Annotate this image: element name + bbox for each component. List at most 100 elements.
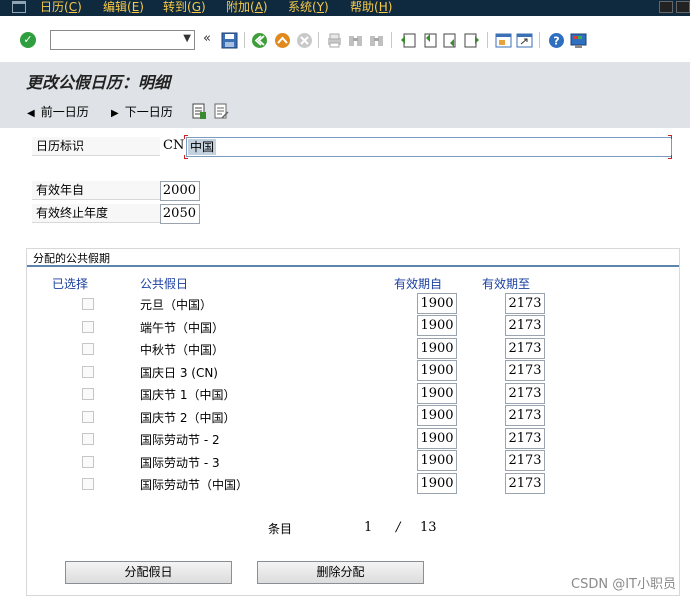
row-select-checkbox[interactable] bbox=[82, 388, 94, 400]
prev-calendar-button[interactable]: ◀ 前一日历 bbox=[27, 103, 89, 120]
holiday-valid-to[interactable]: 2173 bbox=[505, 383, 545, 404]
holiday-name: 元旦（中国） bbox=[140, 298, 213, 312]
find-next-icon[interactable] bbox=[368, 32, 385, 49]
menu-edit[interactable]: 编辑(E) bbox=[103, 0, 144, 14]
calendar-id-input[interactable]: 中国 bbox=[186, 137, 672, 157]
entry-label: 条目 bbox=[268, 522, 293, 536]
shortcut-icon[interactable] bbox=[516, 32, 533, 49]
column-header-holiday: 公共假日 bbox=[140, 277, 189, 291]
back-icon[interactable] bbox=[251, 32, 268, 49]
prev-calendar-label: 前一日历 bbox=[40, 105, 89, 119]
svg-text:?: ? bbox=[553, 35, 559, 48]
holiday-name: 国际劳动节 - 2 bbox=[140, 433, 220, 447]
entry-current: 1 bbox=[364, 520, 373, 535]
collapse-icon[interactable]: « bbox=[203, 31, 211, 46]
holiday-valid-from[interactable]: 1900 bbox=[417, 405, 457, 426]
title-bar: 更改公假日历：明细 bbox=[0, 62, 690, 95]
chevron-down-icon[interactable]: ▼ bbox=[183, 33, 191, 44]
calendar-id-label-text: 日历标识 bbox=[36, 139, 85, 153]
customize-icon[interactable] bbox=[570, 32, 587, 49]
minimize-icon[interactable] bbox=[659, 1, 673, 13]
holiday-valid-to[interactable]: 2173 bbox=[505, 360, 545, 381]
holiday-valid-to[interactable]: 2173 bbox=[505, 450, 545, 471]
holiday-valid-to[interactable]: 2173 bbox=[505, 473, 545, 494]
new-session-icon[interactable] bbox=[495, 32, 512, 49]
focus-corner bbox=[184, 135, 188, 139]
row-select-checkbox[interactable] bbox=[82, 366, 94, 378]
holiday-valid-to[interactable]: 2173 bbox=[505, 405, 545, 426]
toolbar-separator bbox=[539, 32, 540, 48]
calendar-id-label: 日历标识 bbox=[32, 137, 160, 156]
column-header-selected: 已选择 bbox=[52, 277, 89, 291]
print-icon[interactable] bbox=[326, 32, 343, 49]
column-header-valid-to: 有效期至 bbox=[482, 277, 531, 291]
holiday-valid-from[interactable]: 1900 bbox=[417, 315, 457, 336]
next-calendar-button[interactable]: ▶ 下一日历 bbox=[111, 103, 173, 120]
row-select-checkbox[interactable] bbox=[82, 478, 94, 490]
entry-total: 13 bbox=[420, 520, 437, 535]
other-object-icon[interactable] bbox=[192, 103, 207, 120]
save-icon[interactable] bbox=[221, 32, 238, 49]
holiday-valid-to[interactable]: 2173 bbox=[505, 315, 545, 336]
row-select-checkbox[interactable] bbox=[82, 321, 94, 333]
row-select-checkbox[interactable] bbox=[82, 456, 94, 468]
toolbar-separator bbox=[244, 32, 245, 48]
row-select-checkbox[interactable] bbox=[82, 411, 94, 423]
app-window-icon[interactable] bbox=[12, 1, 26, 13]
command-field[interactable]: ▼ bbox=[50, 30, 195, 50]
holiday-name: 国际劳动节（中国） bbox=[140, 478, 249, 492]
menu-extras[interactable]: 附加(A) bbox=[226, 0, 268, 14]
display-change-icon[interactable] bbox=[214, 103, 229, 120]
prev-page-icon[interactable] bbox=[421, 32, 438, 49]
holiday-valid-from[interactable]: 1900 bbox=[417, 338, 457, 359]
holiday-valid-from[interactable]: 1900 bbox=[417, 428, 457, 449]
entry-separator: / bbox=[396, 520, 401, 535]
group-title-underline bbox=[27, 265, 679, 267]
assigned-holidays-group: 分配的公共假期 已选择 公共假日 有效期自 有效期至 元旦（中国） 1900 2… bbox=[26, 248, 680, 596]
help-icon[interactable]: ? bbox=[548, 32, 565, 49]
valid-to-year-input[interactable]: 2050 bbox=[160, 204, 200, 224]
row-select-checkbox[interactable] bbox=[82, 298, 94, 310]
calendar-id-code: CN bbox=[163, 138, 185, 153]
next-page-icon[interactable] bbox=[442, 32, 459, 49]
focus-corner bbox=[668, 155, 672, 159]
holiday-name: 国庆节 2（中国） bbox=[140, 411, 236, 425]
menu-goto[interactable]: 转到(G) bbox=[163, 0, 206, 14]
holiday-valid-from[interactable]: 1900 bbox=[417, 473, 457, 494]
holiday-valid-from[interactable]: 1900 bbox=[417, 450, 457, 471]
row-select-checkbox[interactable] bbox=[82, 433, 94, 445]
menu-bar: 日历(C) 编辑(E) 转到(G) 附加(A) 系统(Y) 帮助(H) bbox=[0, 0, 690, 16]
last-page-icon[interactable] bbox=[463, 32, 480, 49]
holiday-valid-from[interactable]: 1900 bbox=[417, 383, 457, 404]
holiday-valid-from[interactable]: 1900 bbox=[417, 293, 457, 314]
holiday-valid-from[interactable]: 1900 bbox=[417, 360, 457, 381]
holiday-valid-to[interactable]: 2173 bbox=[505, 338, 545, 359]
toolbar-separator bbox=[487, 32, 488, 48]
holiday-name: 端午节（中国） bbox=[140, 321, 225, 335]
assign-holiday-button[interactable]: 分配假日 bbox=[65, 561, 232, 584]
check-icon[interactable]: ✓ bbox=[20, 32, 36, 48]
holiday-name: 中秋节（中国） bbox=[140, 343, 225, 357]
menu-help[interactable]: 帮助(H) bbox=[350, 0, 392, 14]
restore-icon[interactable] bbox=[676, 1, 690, 13]
next-calendar-label: 下一日历 bbox=[124, 105, 173, 119]
first-page-icon[interactable] bbox=[400, 32, 417, 49]
page-title: 更改公假日历：明细 bbox=[26, 73, 171, 92]
delete-assignment-button[interactable]: 删除分配 bbox=[257, 561, 424, 584]
row-select-checkbox[interactable] bbox=[82, 343, 94, 355]
menu-calendar[interactable]: 日历(C) bbox=[40, 0, 82, 14]
holiday-name: 国庆日 3 (CN) bbox=[140, 366, 218, 380]
toolbar-separator bbox=[318, 32, 319, 48]
exit-icon[interactable] bbox=[274, 32, 291, 49]
valid-from-label: 有效年自 bbox=[32, 181, 160, 200]
holiday-valid-to[interactable]: 2173 bbox=[505, 293, 545, 314]
holiday-valid-to[interactable]: 2173 bbox=[505, 428, 545, 449]
valid-to-label: 有效终止年度 bbox=[32, 204, 160, 223]
application-toolbar: ◀ 前一日历 ▶ 下一日历 bbox=[0, 95, 690, 128]
menu-system[interactable]: 系统(Y) bbox=[288, 0, 329, 14]
valid-from-year-input[interactable]: 2000 bbox=[160, 181, 200, 201]
calendar-id-value: 中国 bbox=[188, 139, 217, 155]
watermark-text: CSDN @IT小职员 bbox=[571, 577, 676, 592]
cancel-icon[interactable] bbox=[296, 32, 313, 49]
find-icon[interactable] bbox=[347, 32, 364, 49]
